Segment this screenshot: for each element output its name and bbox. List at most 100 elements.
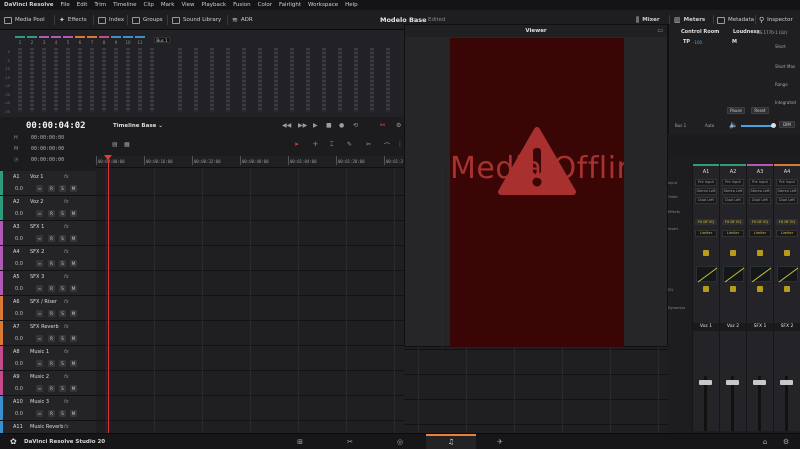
mixer-dynamics-button[interactable]	[703, 286, 709, 292]
track-btn-m[interactable]: M	[70, 360, 77, 367]
track-header[interactable]: A10 Music 3 fx 0.0 ≈ R S M	[0, 396, 96, 421]
range-tool-icon[interactable]: ✛	[313, 141, 318, 148]
track-volume[interactable]: 0.0	[15, 386, 23, 392]
adr-button[interactable]: ≋ ADR	[232, 15, 253, 25]
monitor-level-handle[interactable]	[771, 123, 776, 128]
timeline-selector[interactable]: Timeline Base ⌄	[113, 123, 163, 129]
track-name[interactable]: SFX / Riser	[30, 299, 57, 305]
track-name[interactable]: SFX 1	[30, 224, 44, 230]
mixer-limiter[interactable]: Limiter	[695, 230, 717, 237]
mixer-insert-button[interactable]	[703, 250, 709, 256]
track-volume[interactable]: 0.0	[15, 336, 23, 342]
track-volume[interactable]: 0.0	[15, 236, 23, 242]
menu-item-0[interactable]: DaVinci Resolve	[4, 2, 54, 8]
track-btn-m[interactable]: M	[70, 285, 77, 292]
mixer-input-select[interactable]: Pre Input	[749, 179, 771, 186]
track-header[interactable]: A2 Voz 2 fx 0.0 ≈ R S M	[0, 196, 96, 221]
track-header[interactable]: A5 SFX 3 fx 0.0 ≈ R S M	[0, 271, 96, 296]
track-btn-r[interactable]: R	[48, 360, 55, 367]
track-fx-button[interactable]: fx	[64, 299, 69, 305]
menu-item-2[interactable]: Edit	[77, 2, 88, 8]
menu-item-7[interactable]: View	[181, 2, 194, 8]
track-btn-r[interactable]: R	[48, 260, 55, 267]
track-waveform-icon[interactable]: ≈	[36, 285, 43, 292]
track-btn-s[interactable]: S	[59, 210, 66, 217]
track-btn-m[interactable]: M	[70, 310, 77, 317]
track-btn-r[interactable]: R	[48, 210, 55, 217]
track-btn-r[interactable]: R	[48, 385, 55, 392]
track-fx-button[interactable]: fx	[64, 249, 69, 255]
track-btn-s[interactable]: S	[59, 410, 66, 417]
mixer-dynamics-button[interactable]	[757, 286, 763, 292]
track-header[interactable]: A1 Voz 1 fx 0.0 ≈ R S M	[0, 171, 96, 196]
trim-tool-icon[interactable]: ⌶	[330, 141, 334, 149]
track-volume[interactable]: 0.0	[15, 261, 23, 267]
color-page-icon[interactable]: ◎	[395, 437, 405, 447]
mixer-order-select[interactable]: Stereo Left	[695, 188, 717, 195]
mixer-order-select[interactable]: Stereo Left	[722, 188, 744, 195]
mixer-limiter[interactable]: Limiter	[722, 230, 744, 237]
track-btn-s[interactable]: S	[59, 185, 66, 192]
track-btn-s[interactable]: S	[59, 285, 66, 292]
track-name[interactable]: Voz 1	[30, 174, 44, 180]
track-btn-r[interactable]: R	[48, 185, 55, 192]
track-volume[interactable]: 0.0	[15, 411, 23, 417]
sound-library-button[interactable]: Sound Library	[172, 15, 221, 25]
track-btn-s[interactable]: S	[59, 335, 66, 342]
track-name[interactable]: Music Reverb	[30, 424, 63, 430]
timeline-grid-extension[interactable]	[404, 347, 668, 433]
track-name[interactable]: SFX Reverb	[30, 324, 59, 330]
mixer-insert-button[interactable]	[784, 250, 790, 256]
mixer-fx-row[interactable]: FX DF EQ	[776, 219, 798, 225]
record-icon[interactable]: ●	[339, 122, 344, 129]
track-header[interactable]: A3 SFX 1 fx 0.0 ≈ R S M	[0, 221, 96, 246]
mixer-limiter[interactable]: Limiter	[749, 230, 771, 237]
mixer-dual-select[interactable]: Dual Left	[749, 197, 771, 204]
viewer-menu-icon[interactable]: ▭	[657, 27, 663, 34]
monitor-level-slider[interactable]	[741, 125, 775, 127]
mixer-fader-cap[interactable]	[780, 380, 793, 385]
track-btn-s[interactable]: S	[59, 260, 66, 267]
track-btn-m[interactable]: M	[70, 210, 77, 217]
mixer-input-select[interactable]: Pre Input	[695, 179, 717, 186]
track-header[interactable]: A4 SFX 2 fx 0.0 ≈ R S M	[0, 246, 96, 271]
playhead-handle[interactable]	[104, 155, 112, 160]
track-btn-r[interactable]: R	[48, 235, 55, 242]
edit-page-icon[interactable]: ✂	[345, 437, 355, 447]
media-pool-button[interactable]: Media Pool	[4, 15, 45, 25]
track-header[interactable]: A9 Music 2 fx 0.0 ≈ R S M	[0, 371, 96, 396]
cut-page-icon[interactable]: ⊞	[295, 437, 305, 447]
menu-item-6[interactable]: Mark	[161, 2, 175, 8]
menu-item-12[interactable]: Workspace	[308, 2, 338, 8]
mixer-eq-graph[interactable]	[777, 266, 799, 283]
track-fx-button[interactable]: fx	[64, 374, 69, 380]
mixer-insert-button[interactable]	[757, 250, 763, 256]
menu-item-5[interactable]: Clip	[144, 2, 154, 8]
track-btn-r[interactable]: R	[48, 410, 55, 417]
menu-item-10[interactable]: Color	[258, 2, 272, 8]
mixer-input-select[interactable]: Pre Input	[722, 179, 744, 186]
pause-button[interactable]: Pause	[727, 107, 745, 114]
index-button[interactable]: Index	[98, 15, 124, 25]
track-waveform-icon[interactable]: ≈	[36, 385, 43, 392]
mixer-fader-cap[interactable]	[699, 380, 712, 385]
playhead[interactable]	[108, 156, 109, 433]
track-btn-r[interactable]: R	[48, 335, 55, 342]
track-btn-s[interactable]: S	[59, 235, 66, 242]
track-waveform-icon[interactable]: ≈	[36, 235, 43, 242]
track-waveform-icon[interactable]: ≈	[36, 360, 43, 367]
mixer-dynamics-button[interactable]	[730, 286, 736, 292]
menu-item-1[interactable]: File	[61, 2, 70, 8]
track-header[interactable]: A7 SFX Reverb fx 0.0 ≈ R S M	[0, 321, 96, 346]
mixer-eq-graph[interactable]	[750, 266, 772, 283]
track-btn-m[interactable]: M	[70, 410, 77, 417]
mixer-order-select[interactable]: Stereo Left	[776, 188, 798, 195]
track-waveform-icon[interactable]: ≈	[36, 260, 43, 267]
track-btn-m[interactable]: M	[70, 185, 77, 192]
link-icon[interactable]: ⚙	[396, 122, 401, 129]
track-name[interactable]: SFX 3	[30, 274, 44, 280]
loop-icon[interactable]: ⟲	[353, 122, 358, 129]
track-fx-button[interactable]: fx	[64, 174, 69, 180]
menu-item-4[interactable]: Timeline	[113, 2, 136, 8]
track-btn-r[interactable]: R	[48, 285, 55, 292]
